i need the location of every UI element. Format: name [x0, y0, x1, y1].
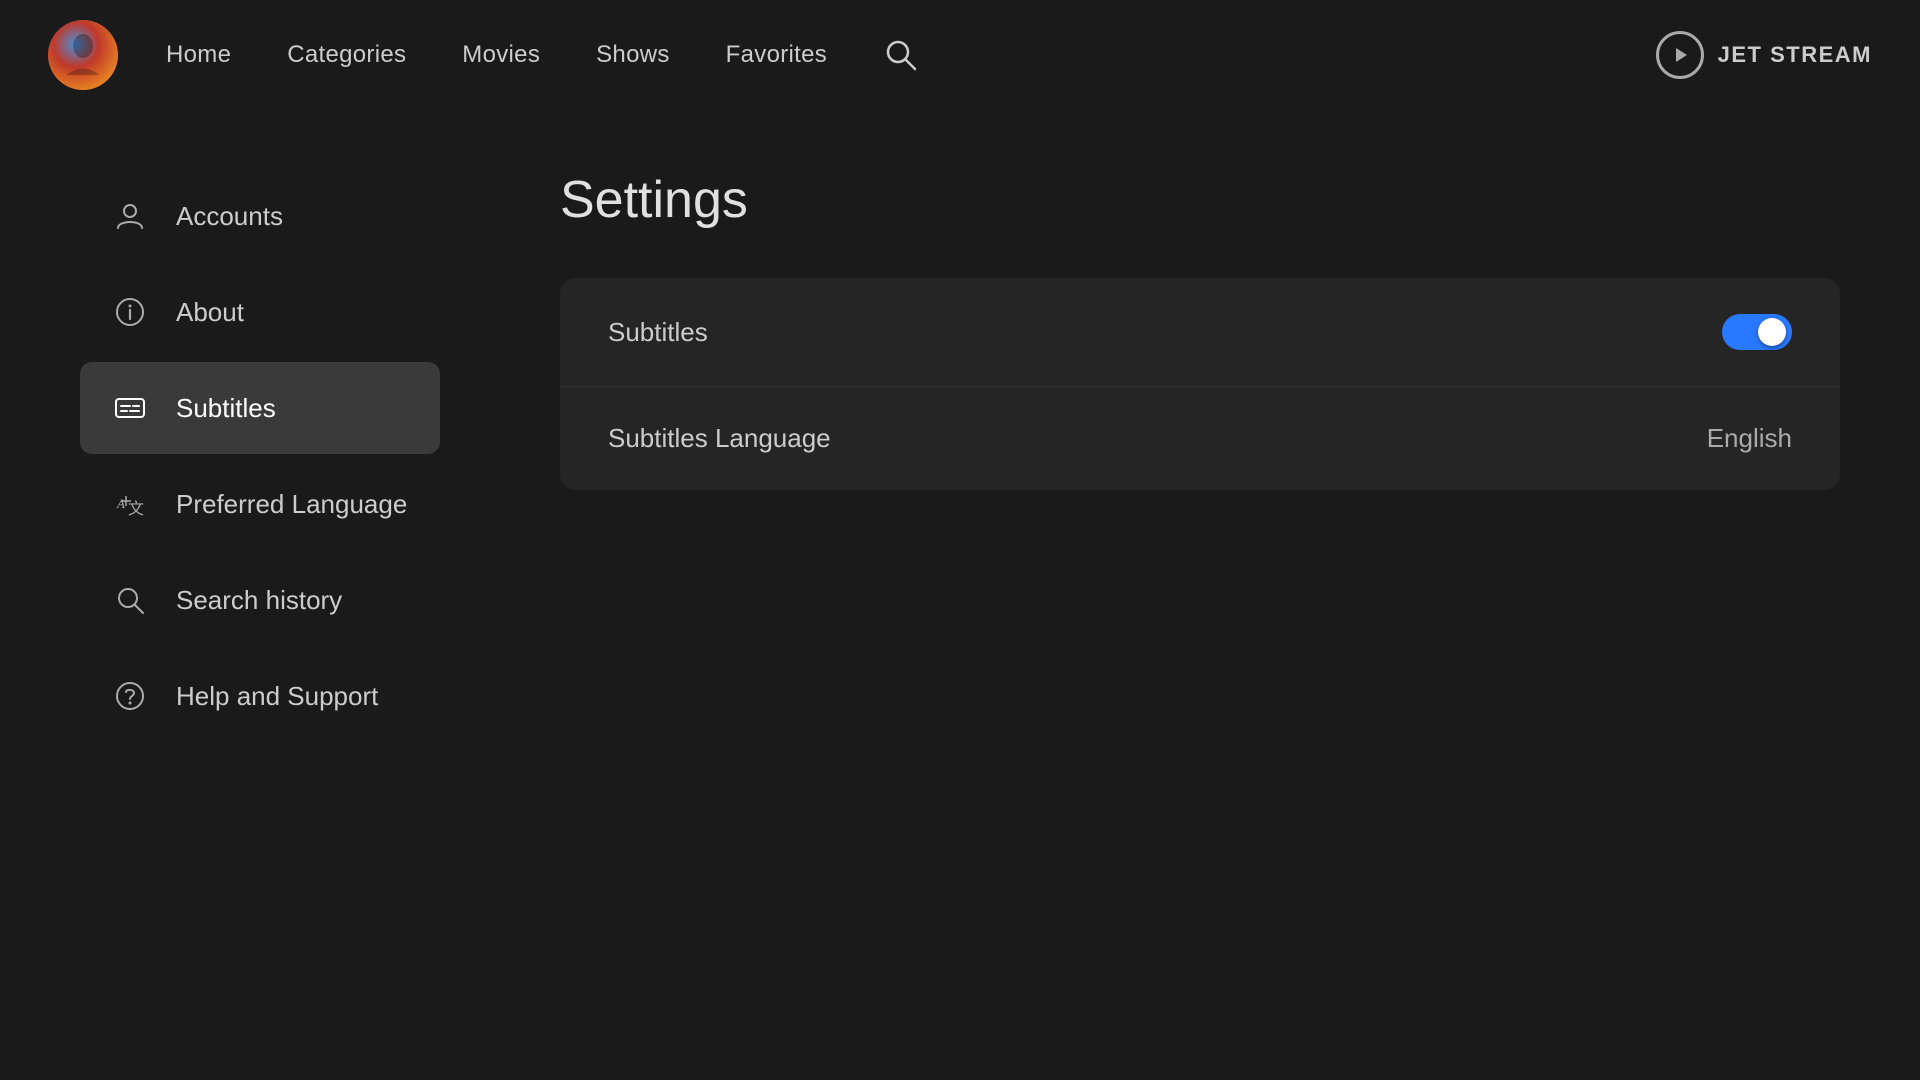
sidebar-item-help-support[interactable]: Help and Support	[80, 650, 440, 742]
translate-icon: A 文	[112, 486, 148, 522]
sidebar-item-accounts[interactable]: Accounts	[80, 170, 440, 262]
main-content: Accounts About	[0, 110, 1920, 1080]
nav-movies[interactable]: Movies	[462, 41, 540, 69]
brand-area: JET STREAM	[1656, 31, 1872, 79]
search-icon	[112, 582, 148, 618]
sidebar-item-subtitles[interactable]: Subtitles	[80, 362, 440, 454]
sidebar-item-search-history[interactable]: Search history	[80, 554, 440, 646]
person-icon	[112, 198, 148, 234]
help-icon	[112, 678, 148, 714]
nav-categories[interactable]: Categories	[287, 41, 406, 69]
subtitles-toggle[interactable]	[1722, 314, 1792, 350]
main-nav: Home Categories Movies Shows Favorites	[166, 37, 1656, 73]
sidebar-preferred-language-label: Preferred Language	[176, 489, 407, 520]
sidebar-item-about[interactable]: About	[80, 266, 440, 358]
avatar[interactable]	[48, 20, 118, 90]
svg-text:文: 文	[128, 500, 144, 518]
subtitles-icon	[112, 390, 148, 426]
svg-text:A: A	[116, 496, 125, 511]
sidebar-about-label: About	[176, 297, 244, 328]
sidebar-item-preferred-language[interactable]: A 文 Preferred Language	[80, 458, 440, 550]
sidebar-help-support-label: Help and Support	[176, 681, 378, 712]
settings-row-subtitles-language[interactable]: Subtitles Language English	[560, 387, 1840, 490]
info-icon	[112, 294, 148, 330]
subtitles-language-label: Subtitles Language	[608, 423, 831, 454]
sidebar-accounts-label: Accounts	[176, 201, 283, 232]
sidebar-search-history-label: Search history	[176, 585, 342, 616]
nav-favorites[interactable]: Favorites	[726, 41, 827, 69]
settings-title: Settings	[560, 170, 1840, 230]
subtitles-language-value: English	[1707, 423, 1792, 454]
settings-row-subtitles: Subtitles	[560, 278, 1840, 387]
brand-name: JET STREAM	[1718, 42, 1872, 68]
settings-card: Subtitles Subtitles Language English	[560, 278, 1840, 490]
sidebar: Accounts About	[0, 110, 480, 1080]
content-area: Settings Subtitles Subtitles Language En…	[480, 110, 1920, 1080]
toggle-knob	[1758, 318, 1786, 346]
header: Home Categories Movies Shows Favorites J…	[0, 0, 1920, 110]
sidebar-subtitles-label: Subtitles	[176, 393, 276, 424]
brand-play-icon	[1656, 31, 1704, 79]
nav-shows[interactable]: Shows	[596, 41, 670, 69]
search-button[interactable]	[883, 37, 919, 73]
nav-home[interactable]: Home	[166, 41, 231, 69]
subtitles-label: Subtitles	[608, 317, 708, 348]
